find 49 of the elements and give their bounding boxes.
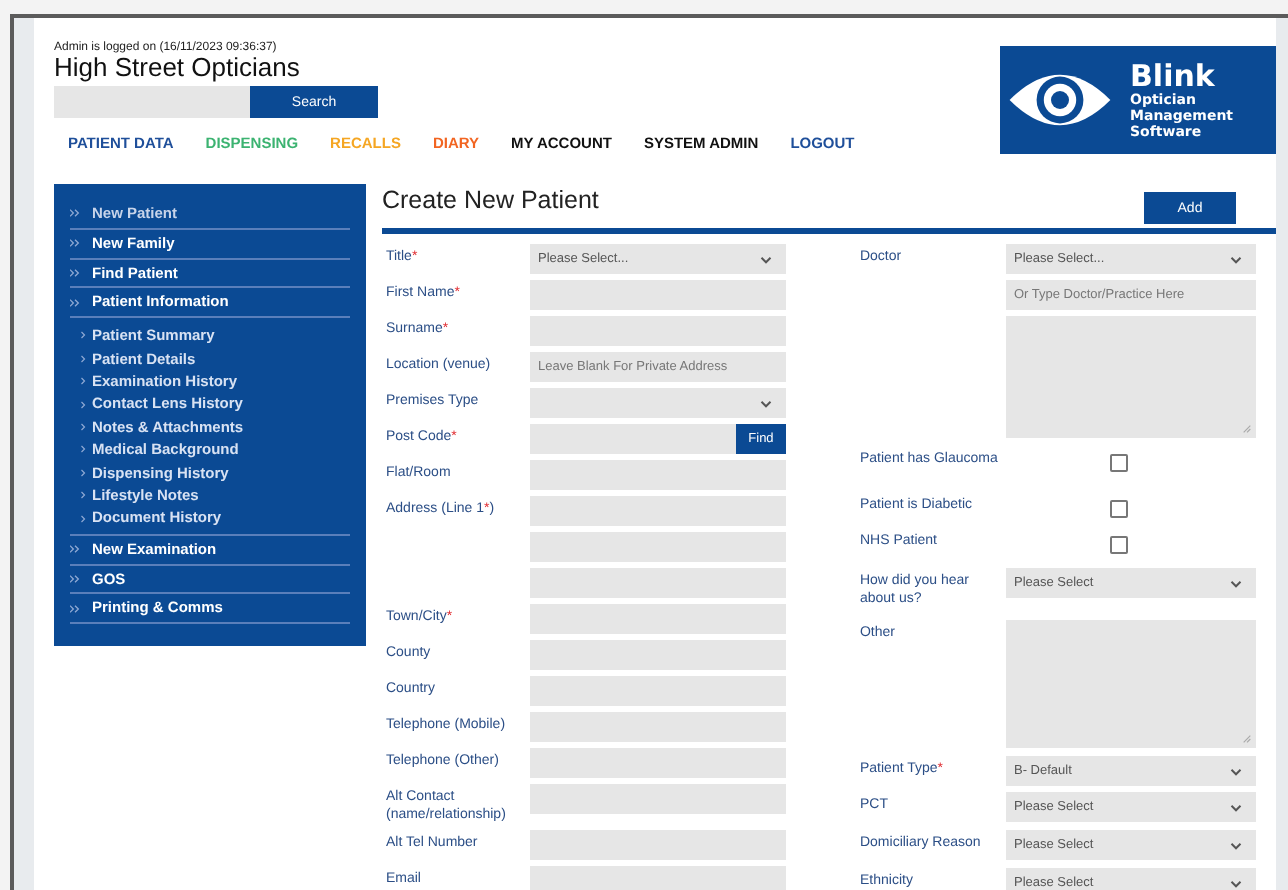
input-field[interactable] (529, 640, 786, 670)
chevron-down-icon (1229, 579, 1242, 587)
chevron-icon (70, 238, 80, 249)
chevron-icon (70, 603, 80, 614)
input-field[interactable] (529, 748, 786, 778)
checkbox[interactable] (1109, 454, 1128, 472)
chevron-icon (70, 208, 80, 219)
chevron-down-icon (759, 255, 772, 263)
input-field[interactable] (529, 496, 786, 526)
search-field[interactable] (54, 86, 250, 118)
input-field[interactable] (529, 712, 786, 742)
chevron-icon (80, 353, 86, 364)
input-field[interactable] (529, 316, 786, 346)
input-field[interactable] (529, 784, 786, 814)
checkbox[interactable] (1109, 536, 1128, 554)
chevron-icon (70, 297, 80, 308)
logo-name: Blink (1130, 60, 1217, 92)
chevron-icon (80, 399, 86, 410)
chevron-icon (70, 574, 80, 585)
chevron-icon (80, 490, 86, 501)
text-area[interactable] (1005, 620, 1256, 748)
chevron-down-icon (759, 399, 772, 407)
input-field[interactable] (529, 676, 786, 706)
chevron-down-icon (1229, 767, 1242, 775)
input-field[interactable] (529, 460, 786, 490)
input-field[interactable] (529, 866, 786, 890)
chevron-icon (80, 330, 86, 341)
chevron-down-icon (1229, 803, 1242, 811)
resize-grip-icon (1241, 734, 1252, 744)
chevron-down-icon (1229, 255, 1242, 263)
chevron-icon (70, 544, 80, 555)
chevron-icon (80, 513, 86, 524)
chevron-icon (80, 376, 86, 387)
select-field[interactable] (529, 388, 786, 418)
input-field[interactable] (529, 830, 786, 860)
practice-name: High Street Opticians (54, 54, 302, 82)
chevron-icon (70, 267, 80, 278)
input-field[interactable] (529, 532, 786, 562)
text-area[interactable] (1005, 316, 1256, 438)
input-field[interactable] (529, 424, 736, 454)
chevron-down-icon (1229, 879, 1242, 887)
form-title: Create New Patient (381, 186, 599, 214)
resize-grip-icon (1241, 424, 1252, 434)
input-field[interactable] (529, 568, 786, 598)
chevron-down-icon (1229, 841, 1242, 849)
chevron-icon (80, 467, 86, 478)
input-field[interactable] (529, 280, 786, 310)
checkbox[interactable] (1109, 500, 1128, 518)
input-field[interactable] (529, 604, 786, 634)
